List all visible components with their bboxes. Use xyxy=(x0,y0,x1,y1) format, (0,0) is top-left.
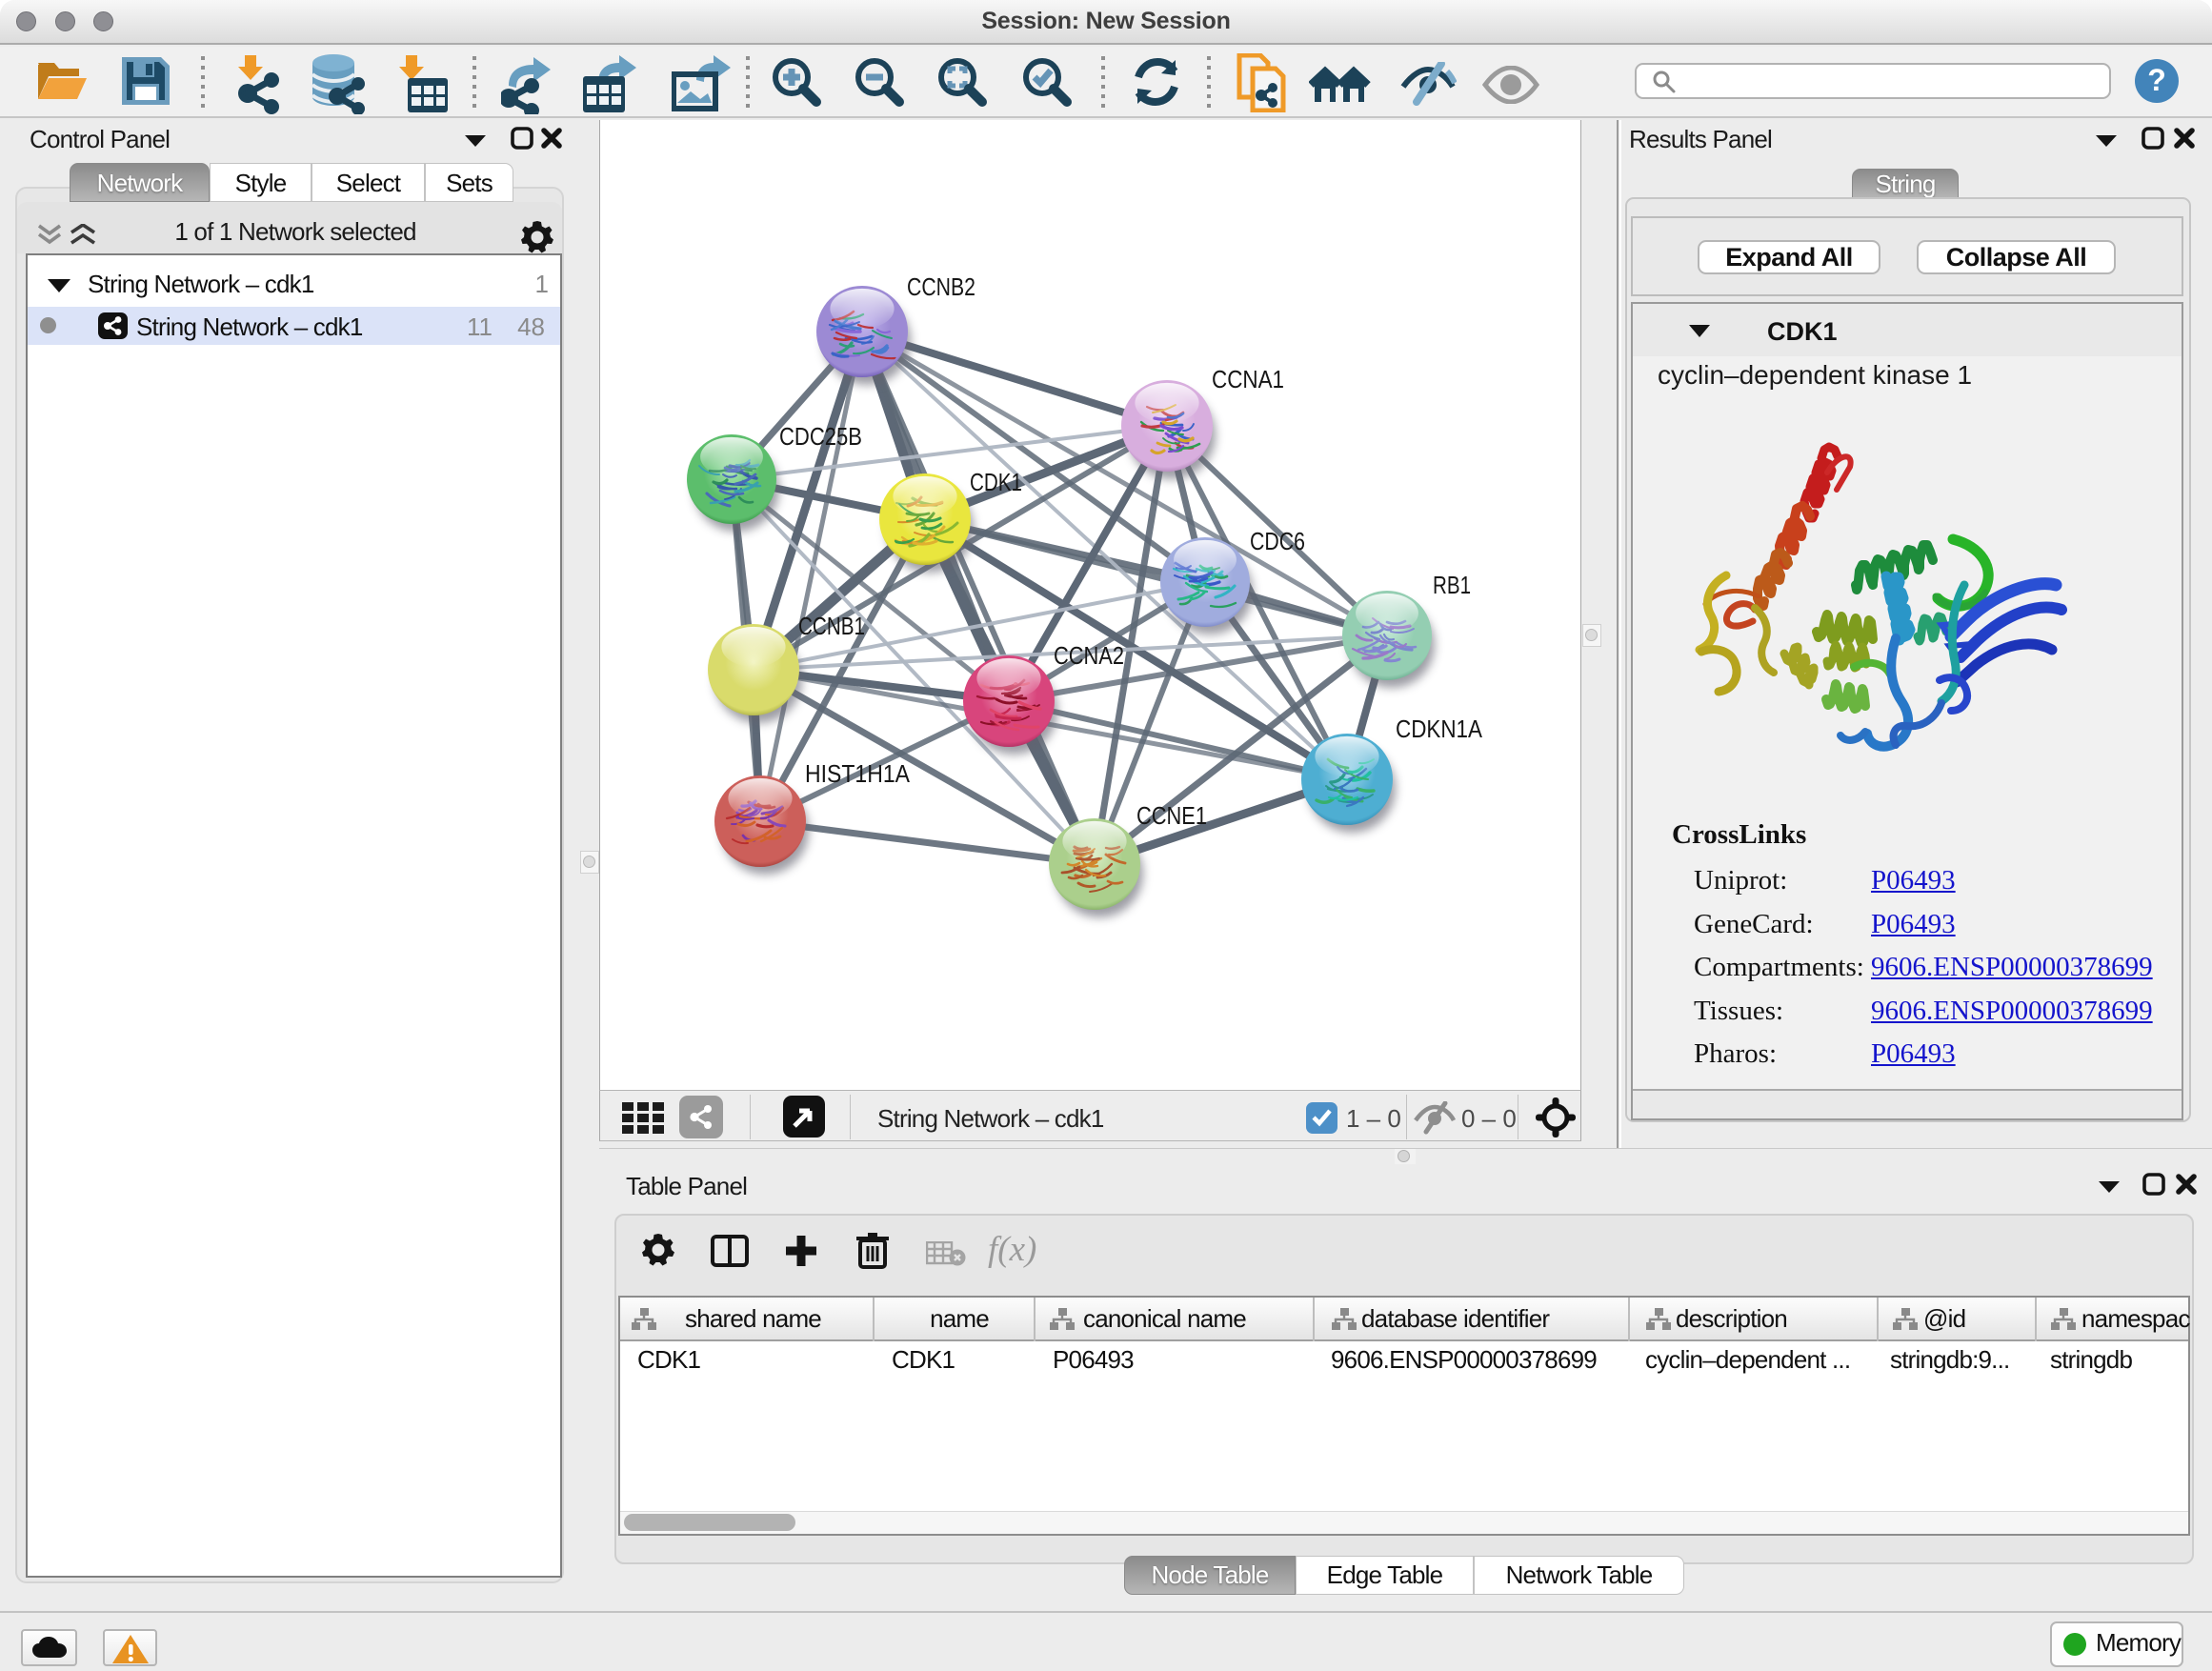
svg-text:CCNA2: CCNA2 xyxy=(1054,641,1124,670)
svg-text:CCNB1: CCNB1 xyxy=(798,612,865,640)
svg-text:CCNA1: CCNA1 xyxy=(1212,365,1284,393)
svg-text:CCNE1: CCNE1 xyxy=(1136,801,1207,830)
svg-text:CDK1: CDK1 xyxy=(970,468,1022,496)
svg-text:CCNB2: CCNB2 xyxy=(907,272,975,301)
svg-text:RB1: RB1 xyxy=(1433,571,1471,599)
svg-text:?: ? xyxy=(2147,63,2166,97)
svg-text:CDC6: CDC6 xyxy=(1250,527,1305,555)
svg-text:HIST1H1A: HIST1H1A xyxy=(805,759,911,788)
svg-text:CDKN1A: CDKN1A xyxy=(1396,715,1483,743)
svg-text:CDC25B: CDC25B xyxy=(779,422,862,451)
